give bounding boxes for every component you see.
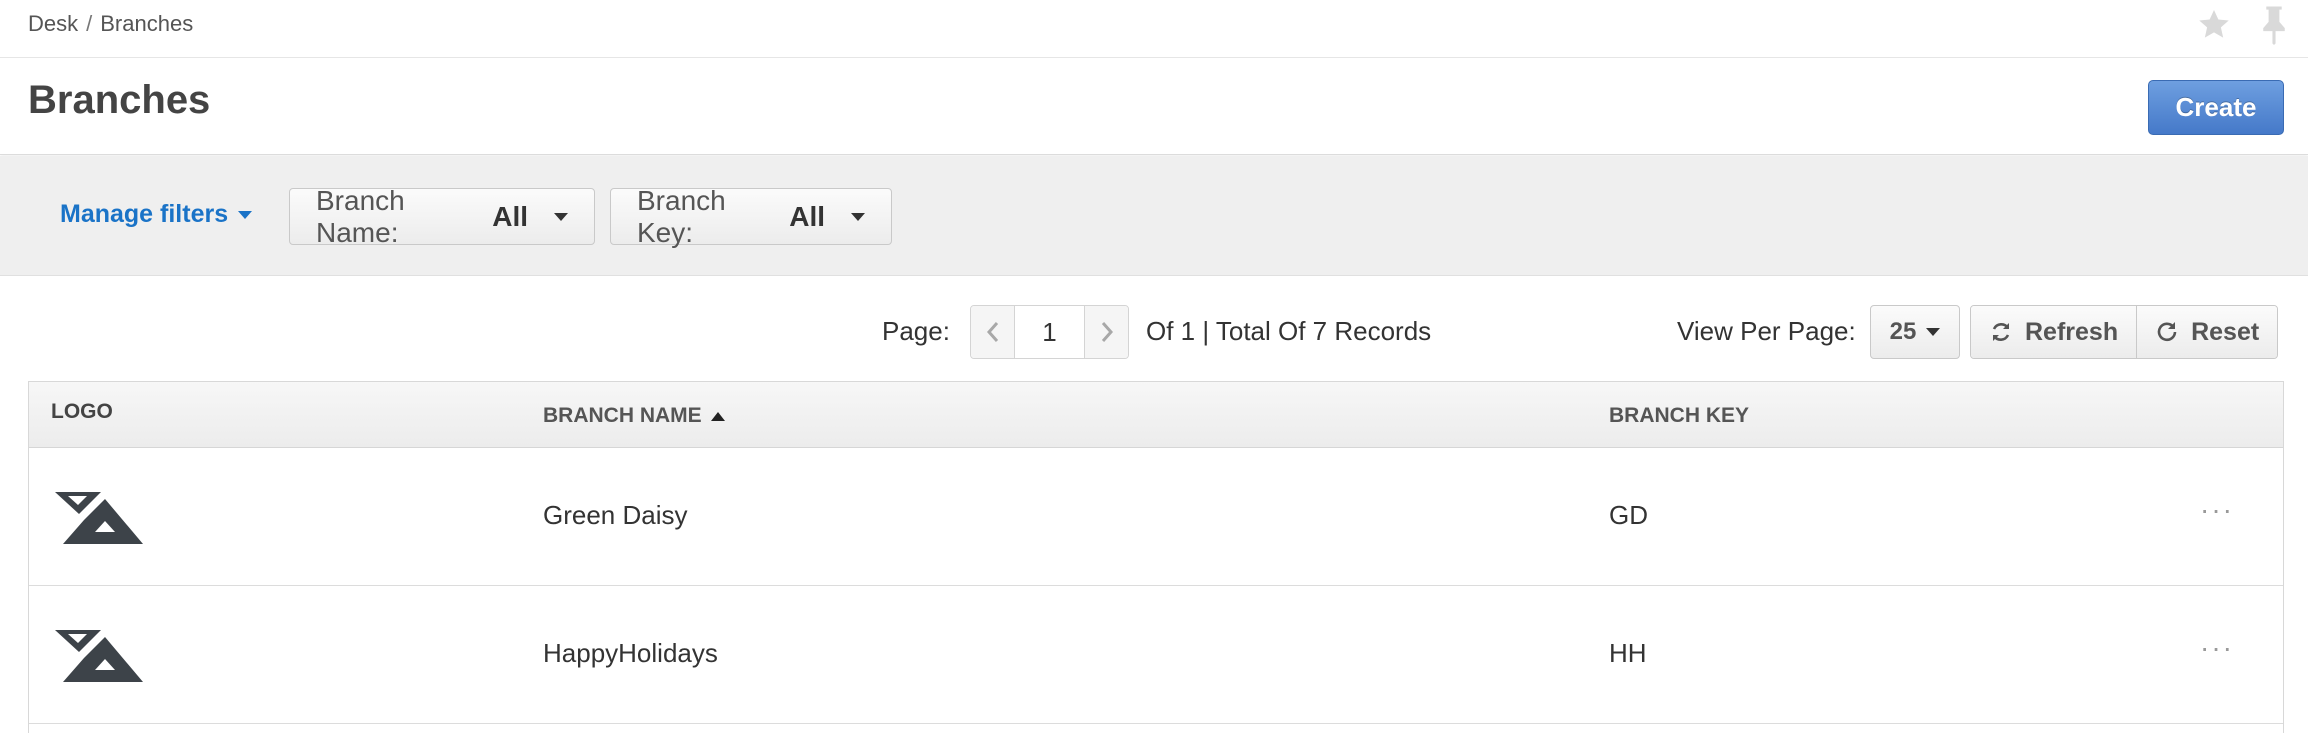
row-actions-menu-icon[interactable]: ···: [2200, 494, 2234, 526]
chevron-left-icon: [986, 322, 998, 342]
breadcrumb: Desk / Branches: [28, 11, 193, 37]
page-title: Branches: [28, 78, 211, 122]
pagination: 1: [970, 305, 1129, 359]
breadcrumb-branches: Branches: [100, 11, 194, 36]
title-bar: Branches Create: [0, 58, 2308, 155]
branch-name-filter[interactable]: Branch Name: All: [289, 185, 595, 248]
per-page-label: View Per Page:: [1677, 316, 1856, 346]
refresh-icon: [1992, 323, 2010, 341]
next-page-button[interactable]: [1085, 306, 1128, 358]
manage-filters-label: Manage filters: [60, 200, 229, 228]
branch-key-filter[interactable]: Branch Key: All: [610, 185, 892, 248]
manage-filters-button[interactable]: Manage filters: [60, 200, 253, 229]
favorite-star-icon[interactable]: [2192, 3, 2236, 47]
branch-key-cell: GD: [1609, 500, 1648, 530]
page-number-input[interactable]: 1: [1014, 306, 1085, 358]
branch-logo-icon: [55, 486, 161, 553]
sort-ascending-icon: [710, 411, 725, 421]
column-header-branch-name[interactable]: BRANCH NAME: [543, 404, 725, 428]
pin-icon[interactable]: [2252, 3, 2296, 47]
list-actions: Refresh Reset: [1970, 305, 2279, 359]
branch-key-filter-label: Branch Key:: [637, 184, 726, 248]
branch-key-filter-value: All: [789, 200, 825, 232]
top-bar: Desk / Branches: [0, 0, 2308, 58]
create-button[interactable]: Create: [2148, 80, 2284, 135]
chevron-down-icon: [238, 210, 253, 219]
branch-name-filter-label: Branch Name:: [316, 184, 405, 248]
table-header: LOGO BRANCH NAME BRANCH KEY: [29, 382, 2283, 448]
row-actions-menu-icon[interactable]: ···: [2200, 632, 2234, 664]
breadcrumb-separator: /: [86, 11, 93, 36]
filters-bar: Manage filters Branch Name: All Branch K…: [0, 156, 2308, 276]
column-header-branch-key[interactable]: BRANCH KEY: [1609, 404, 1749, 428]
reset-label: Reset: [2191, 317, 2260, 346]
chevron-right-icon: [1101, 322, 1113, 342]
refresh-label: Refresh: [2025, 317, 2119, 346]
branch-name-cell: HappyHolidays: [543, 638, 718, 668]
branch-logo-icon: [55, 624, 161, 691]
chevron-down-icon: [851, 212, 865, 221]
reset-button[interactable]: Reset: [2136, 306, 2278, 358]
chevron-down-icon: [1926, 328, 1941, 336]
previous-page-button[interactable]: [971, 306, 1014, 358]
branch-name-cell: Green Daisy: [543, 500, 688, 530]
page-label: Page:: [882, 316, 950, 346]
per-page-value: 25: [1889, 318, 1917, 345]
column-header-branch-name-label: BRANCH NAME: [543, 404, 702, 427]
chevron-down-icon: [554, 212, 568, 221]
table-row[interactable]: HappyHolidays HH ···: [29, 586, 2283, 724]
branches-table: LOGO BRANCH NAME BRANCH KEY Green Daisy …: [28, 381, 2284, 733]
column-header-logo: LOGO: [51, 400, 113, 423]
reset-icon: [2157, 322, 2177, 342]
table-row[interactable]: Green Daisy GD ···: [29, 448, 2283, 586]
breadcrumb-desk[interactable]: Desk: [28, 11, 78, 36]
refresh-button[interactable]: Refresh: [1971, 306, 2137, 358]
branch-name-filter-value: All: [492, 200, 528, 232]
branch-key-cell: HH: [1609, 638, 1647, 668]
per-page-select[interactable]: 25: [1870, 305, 1960, 359]
records-summary: Of 1 | Total Of 7 Records: [1146, 316, 1432, 346]
